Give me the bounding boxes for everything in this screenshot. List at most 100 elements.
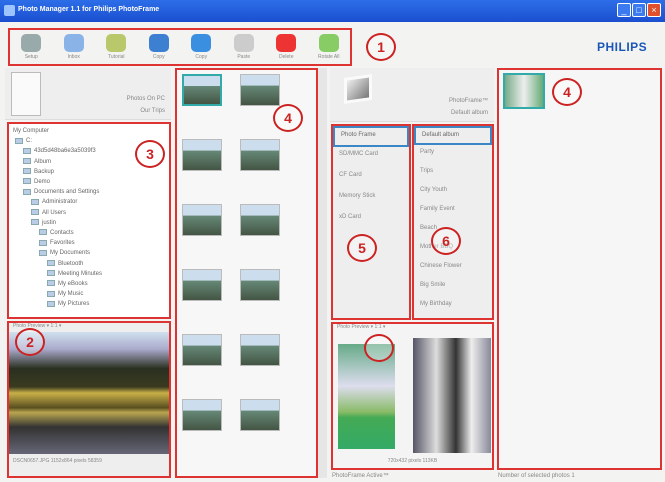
photo-thumbnail[interactable] [182,204,222,236]
album-item[interactable]: Big Smile [414,278,492,297]
album-item[interactable]: City Youth [414,183,492,202]
frame-icon [191,34,212,52]
chat-icon [63,34,84,52]
tree-item-label: Favorites [50,240,75,247]
status-left: PhotoFrame Active™ [332,473,389,479]
tree-item-label: 43d5d48ba6e3a5039f3 [34,148,96,155]
photo-thumbnail[interactable] [182,74,222,106]
pc-preview-info: DSCN0657.JPG 1152x864 pixels 58359 [13,458,102,464]
tree-item[interactable]: My Music [13,289,165,299]
gear-icon [21,34,42,52]
toolbar-button-7[interactable]: Rotate All [312,34,346,60]
app-icon [4,5,15,16]
callout-4-left: 4 [273,104,303,132]
tree-item-label: Documents and Settings [34,189,100,196]
minimize-button[interactable]: _ [617,3,631,17]
tree-item-label: C: [26,138,32,145]
source-item[interactable]: Photo Frame [333,126,409,147]
tree-item-label: My Pictures [58,301,90,308]
tree-item[interactable]: Administrator [13,197,165,207]
tree-item[interactable]: Demo [13,177,165,187]
photo-thumbnail[interactable] [240,399,280,431]
copy-icon [148,34,169,52]
frame-preview-panel: Photo Preview ▾ 1:1 ▾ 720x432 pixels 113… [331,322,494,470]
tree-item[interactable]: Favorites [13,238,165,248]
folder-icon [39,239,47,246]
toolbar-label: Rotate All [318,54,340,60]
callout-4-right: 4 [552,78,582,106]
tree-item-label: Backup [34,168,55,175]
paste-icon [233,34,254,52]
photo-thumbnail[interactable] [182,269,222,301]
frame-preview-toolbar[interactable]: Photo Preview ▾ 1:1 ▾ [333,324,492,333]
toolbar-label: Tutorial [108,54,125,60]
photo-thumbnail[interactable] [182,399,222,431]
close-button[interactable]: × [647,3,661,17]
album-item[interactable]: Default album [414,126,492,145]
tree-item[interactable]: Contacts [13,228,165,238]
callout-6: 6 [431,227,461,255]
tree-item[interactable]: My eBooks [13,279,165,289]
tree-item[interactable]: Documents and Settings [13,187,165,197]
album-item[interactable]: Trips [414,164,492,183]
album-item[interactable]: Family Event [414,202,492,221]
album-item[interactable]: Chinese Flower [414,259,492,278]
photo-thumbnail[interactable] [240,334,280,366]
tree-item[interactable]: Backup [13,167,165,177]
folder-icon [47,270,55,277]
toolbar-label: Inbox [67,54,80,60]
frame-thumbnail[interactable] [503,73,545,109]
toolbar-button-0[interactable]: Setup [14,34,48,60]
toolbar-button-1[interactable]: Inbox [57,34,91,60]
folder-icon [15,137,23,144]
photo-thumbnail[interactable] [240,269,280,301]
tree-item-label: My Music [58,291,84,298]
frame-label: PhotoFrame™ [448,98,488,104]
photo-thumbnail[interactable] [182,334,222,366]
source-item[interactable]: CF Card [333,168,409,189]
photo-thumbnail[interactable] [182,139,222,171]
callout-2: 2 [15,328,45,356]
tree-item[interactable]: justin [13,218,165,228]
pc-icon [11,72,41,116]
thumbnail-scrollbar[interactable] [318,68,327,478]
toolbar: Setup Inbox Tutorial Copy Copy Paste Delete Rot… [8,28,352,66]
source-list: Photo Frame SD/MMC Card CF Card Memory Stic… [331,124,411,320]
tree-item[interactable]: My Pictures [13,299,165,309]
folder-icon [47,290,55,297]
tree-item[interactable]: My Documents [13,248,165,258]
source-item[interactable]: xD Card [333,210,409,231]
frame-thumbnail-panel[interactable] [497,68,662,470]
toolbar-button-4[interactable]: Copy [184,34,218,60]
maximize-button[interactable]: □ [632,3,646,17]
tree-item-label: Album [34,158,52,165]
toolbar-label: Paste [237,54,251,60]
folder-icon [31,209,39,216]
frame-preview-info: 720x432 pixels 113KB [387,458,438,464]
folder-icon [23,147,31,154]
album-item[interactable]: Party [414,145,492,164]
tree-item[interactable]: Meeting Minutes [13,269,165,279]
folder-icon [47,300,55,307]
callout-5: 5 [347,234,377,262]
tree-item[interactable]: Bluetooth [13,259,165,269]
photo-thumbnail[interactable] [240,204,280,236]
source-item[interactable]: Memory Stick [333,189,409,210]
toolbar-label: Delete [279,54,294,60]
toolbar-button-3[interactable]: Copy [142,34,176,60]
folder-icon [39,229,47,236]
tree-item[interactable]: All Users [13,208,165,218]
toolbar-button-5[interactable]: Paste [227,34,261,60]
toolbar-button-6[interactable]: Delete [269,34,303,60]
title-bar: Photo Manager 1.1 for Philips PhotoFrame [0,0,665,22]
source-item[interactable]: SD/MMC Card [333,147,409,168]
tree-item-label: justin [42,219,57,226]
album-item[interactable]: My Birthday [414,297,492,316]
photo-thumbnail[interactable] [240,74,280,106]
delete-icon [276,34,297,52]
photo-thumbnail[interactable] [240,139,280,171]
tree-item-label: Bluetooth [58,260,84,267]
window-title: Photo Manager 1.1 for Philips PhotoFrame [18,6,160,13]
tree-root[interactable]: My Computer [13,126,165,136]
toolbar-button-2[interactable]: Tutorial [99,34,133,60]
